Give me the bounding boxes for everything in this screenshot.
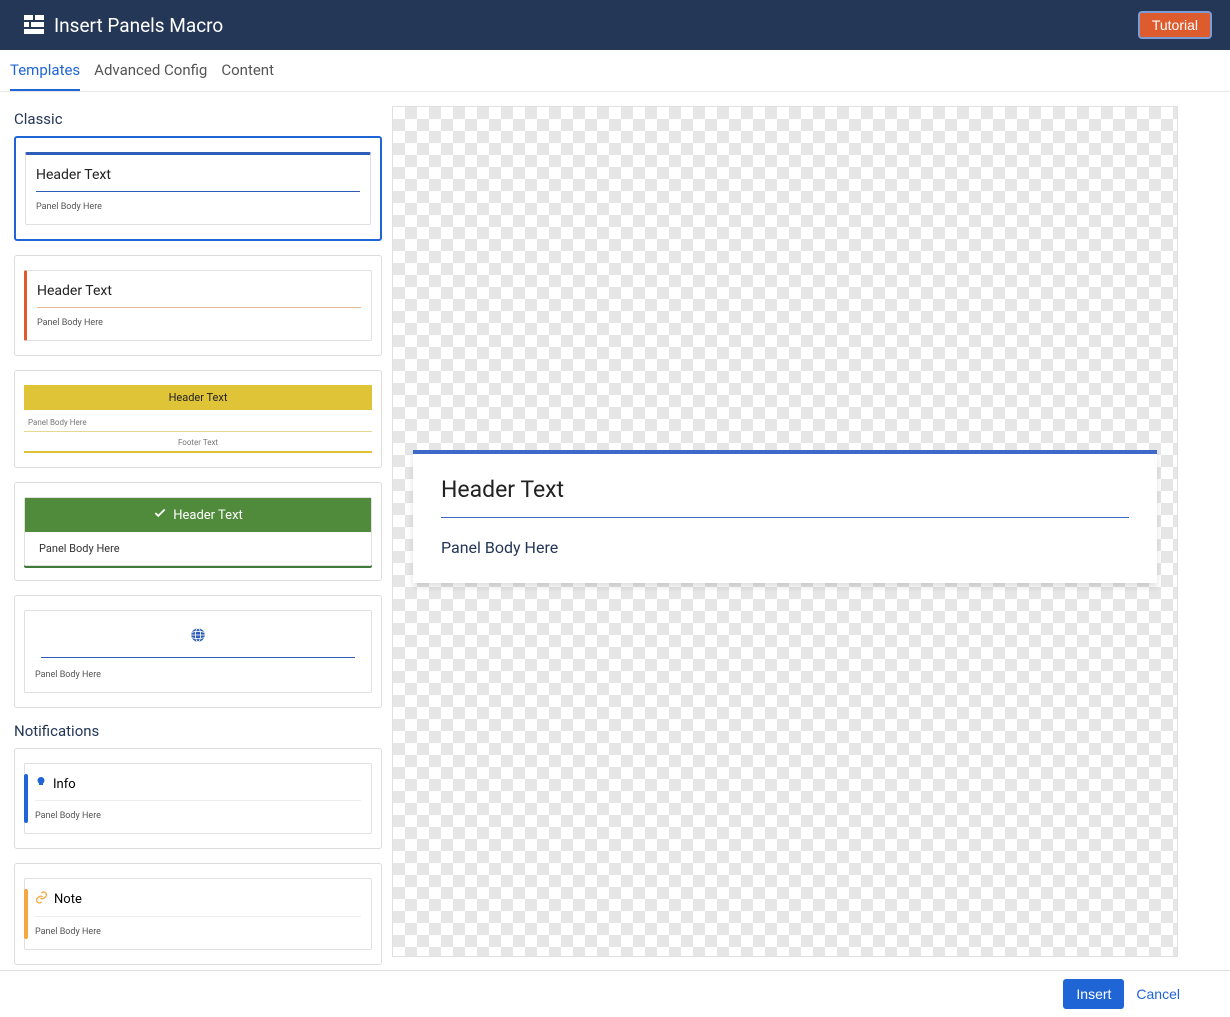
main-area: Classic Header Text Panel Body Here Head…: [0, 92, 1230, 971]
orange-accent: [24, 889, 28, 939]
tab-advanced-config[interactable]: Advanced Config: [94, 61, 207, 91]
panels-icon: [24, 15, 44, 35]
template-body: Panel Body Here: [24, 418, 372, 432]
tab-content[interactable]: Content: [221, 61, 274, 91]
tab-bar: Templates Advanced Config Content: [0, 50, 1230, 92]
template-inner: Header Text Panel Body Here Footer Text: [24, 385, 372, 453]
cancel-button[interactable]: Cancel: [1136, 986, 1180, 1002]
bulb-icon: [35, 776, 47, 792]
template-inner: Note Panel Body Here: [24, 878, 372, 950]
template-header-text: Info: [53, 777, 76, 792]
template-card-globe[interactable]: Panel Body Here: [14, 595, 382, 708]
templates-sidebar[interactable]: Classic Header Text Panel Body Here Head…: [0, 92, 392, 971]
template-header-text: Header Text: [173, 508, 243, 523]
link-icon: [35, 891, 48, 908]
preview-header: Header Text: [441, 476, 1129, 518]
template-header: Note: [35, 891, 361, 917]
dialog-footer: Insert Cancel: [0, 970, 1230, 1017]
template-inner: Header Text Panel Body Here: [25, 152, 371, 225]
template-body: Panel Body Here: [36, 202, 360, 212]
check-icon: [153, 506, 167, 524]
template-body: Panel Body Here: [37, 318, 361, 328]
preview-area: Header Text Panel Body Here: [392, 106, 1178, 957]
tab-templates[interactable]: Templates: [10, 61, 80, 91]
template-footer: Footer Text: [24, 436, 372, 447]
preview-panel: Header Text Panel Body Here: [413, 450, 1157, 583]
template-inner: Info Panel Body Here: [24, 763, 372, 834]
template-header: Header Text: [24, 385, 372, 410]
insert-button[interactable]: Insert: [1063, 979, 1124, 1009]
template-card-orange-left[interactable]: Header Text Panel Body Here: [14, 255, 382, 356]
template-body: Panel Body Here: [35, 927, 361, 937]
template-inner: Panel Body Here: [24, 610, 372, 693]
section-notifications-title: Notifications: [14, 722, 382, 740]
template-body: Panel Body Here: [35, 811, 361, 821]
template-header-text: Note: [54, 892, 82, 907]
blue-accent: [24, 774, 28, 823]
template-header: Header Text: [37, 283, 361, 308]
template-header: Info: [35, 776, 361, 801]
template-header: Header Text: [25, 498, 371, 532]
template-header: [41, 623, 355, 658]
preview-body: Panel Body Here: [441, 538, 1129, 557]
template-inner: Header Text Panel Body Here: [24, 270, 372, 341]
template-card-green[interactable]: Header Text Panel Body Here: [14, 482, 382, 581]
template-card-blue-top[interactable]: Header Text Panel Body Here: [14, 136, 382, 241]
tutorial-button[interactable]: Tutorial: [1138, 11, 1212, 39]
app-title: Insert Panels Macro: [54, 14, 223, 37]
globe-icon: [190, 628, 206, 647]
template-header: Header Text: [36, 167, 360, 192]
header-left: Insert Panels Macro: [24, 14, 223, 37]
section-classic-title: Classic: [14, 110, 382, 128]
template-card-note[interactable]: Note Panel Body Here: [14, 863, 382, 965]
template-body: Panel Body Here: [25, 532, 371, 565]
template-card-info[interactable]: Info Panel Body Here: [14, 748, 382, 849]
template-card-yellow[interactable]: Header Text Panel Body Here Footer Text: [14, 370, 382, 468]
app-header: Insert Panels Macro Tutorial: [0, 0, 1230, 50]
template-inner: Header Text Panel Body Here: [24, 497, 372, 566]
template-body: Panel Body Here: [35, 670, 361, 680]
